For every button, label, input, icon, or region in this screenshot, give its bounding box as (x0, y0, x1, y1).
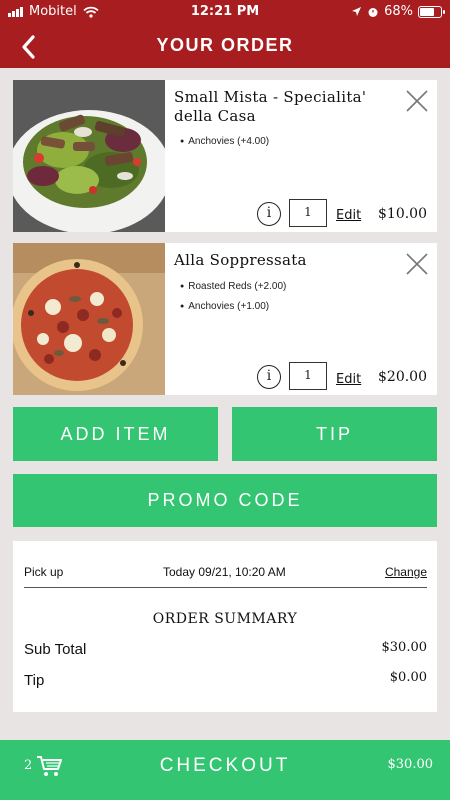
tip-button[interactable]: TIP (232, 407, 437, 461)
item-price: $10.00 (378, 206, 427, 222)
app-header: YOUR ORDER (0, 24, 450, 68)
battery-percent: 68% (384, 4, 413, 19)
item-name: Alla Soppressata (174, 251, 307, 269)
cart-item: Alla Soppressata Roasted Reds (+2.00) An… (13, 243, 437, 395)
page-title: YOUR ORDER (156, 35, 294, 55)
subtotal-label: Sub Total (24, 641, 87, 658)
close-icon[interactable] (405, 89, 429, 113)
order-summary-title: ORDER SUMMARY (152, 611, 298, 627)
quantity-field[interactable]: 1 (289, 362, 327, 390)
item-modifiers: Roasted Reds (+2.00) Anchovies (+1.00) (180, 281, 286, 321)
battery-icon (418, 5, 445, 18)
pizza-photo (13, 243, 165, 395)
close-icon[interactable] (405, 252, 429, 276)
item-modifiers: Anchovies (+4.00) (180, 136, 269, 156)
status-bar: Mobitel 12:21 PM 68% (0, 0, 450, 24)
info-icon[interactable]: i (257, 365, 281, 389)
divider (24, 587, 427, 588)
change-pickup-link[interactable]: Change (385, 565, 427, 579)
tip-label: Tip (24, 672, 45, 689)
modifier: Anchovies (+1.00) (180, 301, 286, 312)
tip-value: $0.00 (389, 670, 427, 685)
order-summary-panel: Pick up Today 09/21, 10:20 AM Change ORD… (13, 541, 437, 712)
info-icon[interactable]: i (257, 202, 281, 226)
promo-code-button[interactable]: PROMO CODE (13, 474, 437, 527)
edit-link[interactable]: Edit (336, 208, 361, 223)
checkout-total: $30.00 (387, 757, 434, 772)
edit-link[interactable]: Edit (336, 372, 361, 387)
modifier: Roasted Reds (+2.00) (180, 281, 286, 292)
checkout-label: CHECKOUT (159, 755, 291, 776)
modifier: Anchovies (+4.00) (180, 136, 269, 147)
pickup-label: Pick up (24, 565, 64, 579)
location-icon (352, 7, 362, 16)
item-price: $20.00 (378, 369, 427, 385)
quantity-field[interactable]: 1 (289, 199, 327, 227)
cart-item: Small Mista - Specialita' della Casa Anc… (13, 80, 437, 232)
salad-photo (13, 80, 165, 232)
alarm-icon (368, 7, 378, 17)
subtotal-value: $30.00 (381, 640, 428, 655)
pickup-time: Today 09/21, 10:20 AM (163, 565, 286, 579)
checkout-button[interactable]: 2 CHECKOUT $30.00 (0, 740, 450, 800)
add-item-button[interactable]: ADD ITEM (13, 407, 218, 461)
item-name: Small Mista - Specialita' della Casa (174, 88, 367, 125)
